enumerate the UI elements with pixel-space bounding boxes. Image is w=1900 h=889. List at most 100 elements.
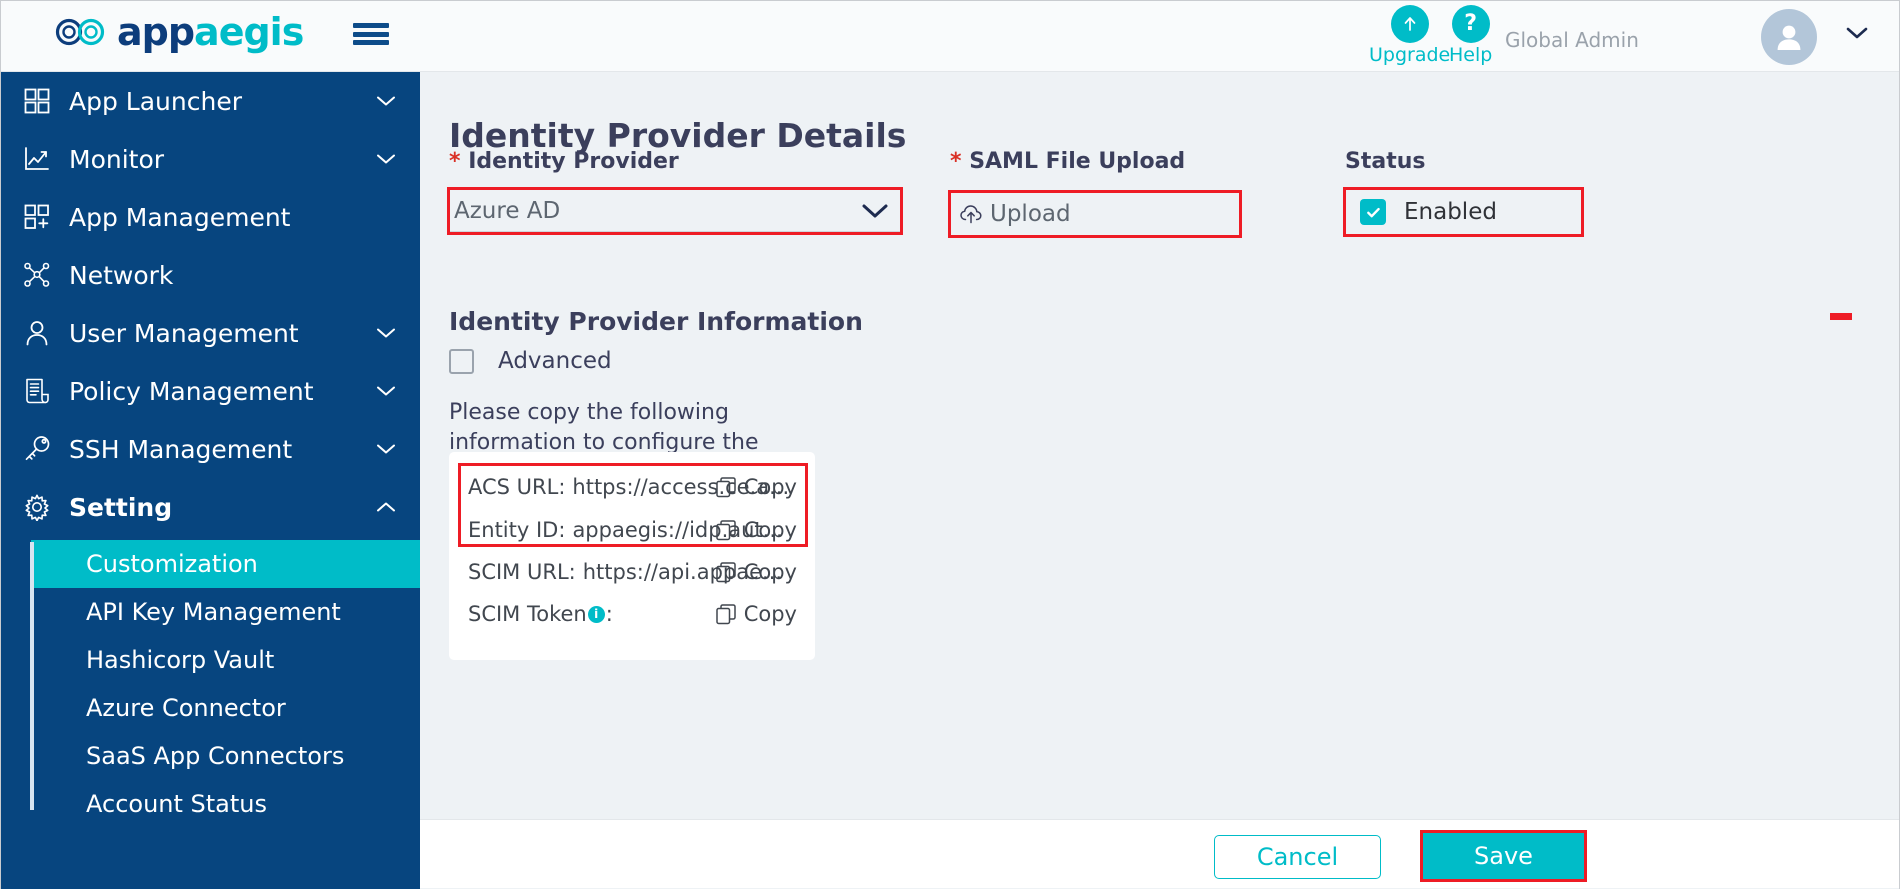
- user-icon: [15, 311, 59, 355]
- copy-label: Copy: [743, 518, 797, 542]
- info-row-scim-token: SCIM Token i: Copy: [449, 593, 815, 635]
- sidebar-item-policy-management[interactable]: Policy Management: [1, 362, 420, 420]
- document-icon: [15, 369, 59, 413]
- question-mark-icon: ?: [1451, 5, 1490, 43]
- chevron-down-icon[interactable]: [376, 327, 396, 339]
- sidebar-item-label: Network: [69, 260, 174, 290]
- enabled-label: Enabled: [1404, 199, 1497, 225]
- sidebar-item-api-key-management[interactable]: API Key Management: [31, 588, 420, 636]
- sidebar-item-app-launcher[interactable]: App Launcher: [1, 72, 420, 130]
- copy-button-acs-url[interactable]: Copy: [715, 475, 797, 499]
- sidebar-item-user-management[interactable]: User Management: [1, 304, 420, 362]
- sidebar-item-saas-app-connectors[interactable]: SaaS App Connectors: [31, 732, 420, 780]
- info-key: Entity ID:: [468, 518, 566, 542]
- network-nodes-icon: [15, 253, 59, 297]
- hamburger-bar: [353, 31, 389, 37]
- identity-provider-label: * Identity Provider: [449, 149, 679, 174]
- advanced-checkbox-row[interactable]: Advanced: [449, 348, 612, 374]
- idp-information-card: ACS URL: https://access.ce.a... Copy Ent…: [449, 452, 815, 660]
- chevron-down-icon[interactable]: [1846, 26, 1868, 40]
- grid-icon: [15, 79, 59, 123]
- status-label: Status: [1345, 149, 1425, 174]
- sidebar-item-ssh-management[interactable]: SSH Management: [1, 420, 420, 478]
- upgrade-button[interactable]: Upgrade: [1369, 5, 1450, 66]
- upload-label: Upload: [990, 201, 1071, 227]
- upgrade-label: Upgrade: [1369, 44, 1451, 66]
- enabled-checkbox[interactable]: [1360, 199, 1386, 225]
- copy-icon: [715, 519, 736, 540]
- info-row-acs-url: ACS URL: https://access.ce.a... Copy: [449, 466, 815, 508]
- sidebar-item-hashicorp-vault[interactable]: Hashicorp Vault: [31, 636, 420, 684]
- saml-file-upload-label: * SAML File Upload: [950, 149, 1185, 174]
- hamburger-bar: [353, 23, 389, 28]
- info-row-scim-url: SCIM URL: https://api.appae... Copy: [449, 551, 815, 593]
- label-text: Status: [1345, 149, 1426, 174]
- cancel-button[interactable]: Cancel: [1214, 835, 1381, 879]
- hamburger-bar: [353, 40, 389, 45]
- submenu-rail: [30, 542, 34, 810]
- chevron-down-icon[interactable]: [860, 202, 890, 220]
- copy-button-scim-token[interactable]: Copy: [715, 602, 797, 626]
- checkmark-icon: [1366, 207, 1380, 217]
- sidebar-item-label: Setting: [69, 492, 173, 522]
- sidebar-item-customization[interactable]: Customization: [31, 540, 420, 588]
- copy-icon: [715, 561, 736, 582]
- chevron-up-icon[interactable]: [376, 501, 396, 513]
- sidebar-item-account-status[interactable]: Account Status: [31, 780, 420, 828]
- user-role-label: Global Admin: [1505, 28, 1639, 52]
- sidebar-submenu-setting: Customization API Key Management Hashico…: [1, 540, 420, 828]
- sidebar-navigation: App Launcher Monitor App Management Netw…: [1, 72, 420, 889]
- chart-line-icon: [15, 137, 59, 181]
- content-scroll-region: Identity Provider Details * Identity Pro…: [420, 72, 1878, 819]
- copy-button-scim-url[interactable]: Copy: [715, 560, 797, 584]
- info-row-entity-id: Entity ID: appaegis://idp.aut... Copy: [449, 509, 815, 551]
- logo-text-aegis: aegis: [194, 10, 304, 54]
- sidebar-item-monitor[interactable]: Monitor: [1, 130, 420, 188]
- appaegis-logo[interactable]: appaegis: [53, 10, 304, 54]
- sidebar-item-app-management[interactable]: App Management: [1, 188, 420, 246]
- infinity-logo-icon: [55, 18, 105, 46]
- cloud-upload-icon: [960, 205, 982, 224]
- advanced-checkbox[interactable]: [449, 348, 474, 374]
- label-text: Identity Provider: [468, 149, 679, 174]
- chevron-down-icon[interactable]: [376, 95, 396, 107]
- identity-provider-select[interactable]: Azure AD: [447, 187, 903, 235]
- annotation-dash: [1830, 313, 1852, 320]
- chevron-down-icon[interactable]: [376, 153, 396, 165]
- copy-button-entity-id[interactable]: Copy: [715, 518, 797, 542]
- sidebar-item-label: SSH Management: [69, 434, 293, 464]
- hamburger-menu-icon[interactable]: [353, 19, 389, 49]
- sidebar-item-label: Monitor: [69, 144, 165, 174]
- info-icon[interactable]: i: [587, 605, 605, 623]
- sidebar-item-network[interactable]: Network: [1, 246, 420, 304]
- grid-plus-icon: [15, 195, 59, 239]
- help-label: Help: [1449, 44, 1493, 66]
- copy-label: Copy: [743, 560, 797, 584]
- sidebar-item-label: Policy Management: [69, 376, 314, 406]
- required-marker: *: [449, 149, 461, 174]
- logo-text-app: app: [117, 10, 195, 54]
- sidebar-item-azure-connector[interactable]: Azure Connector: [31, 684, 420, 732]
- chevron-down-icon[interactable]: [376, 385, 396, 397]
- identity-provider-value: Azure AD: [454, 197, 561, 224]
- copy-label: Copy: [743, 602, 797, 626]
- copy-icon: [715, 476, 736, 497]
- info-key-suffix: :: [605, 602, 613, 626]
- status-checkbox-group[interactable]: Enabled: [1343, 187, 1584, 237]
- sidebar-item-label: App Launcher: [69, 86, 242, 116]
- avatar[interactable]: [1761, 9, 1817, 65]
- sidebar-item-label: User Management: [69, 318, 299, 348]
- info-key: ACS URL:: [468, 475, 566, 499]
- user-avatar-icon: [1777, 25, 1801, 50]
- save-button[interactable]: Save: [1423, 833, 1584, 879]
- select-inner: Azure AD: [450, 190, 900, 232]
- advanced-label: Advanced: [498, 348, 612, 374]
- arrow-up-icon: [1390, 5, 1429, 43]
- logo-text: appaegis: [117, 10, 304, 54]
- sidebar-item-setting[interactable]: Setting: [1, 478, 420, 536]
- label-text: SAML File Upload: [969, 149, 1186, 174]
- saml-upload-button[interactable]: Upload: [948, 190, 1242, 238]
- help-button[interactable]: ? Help: [1449, 5, 1492, 66]
- chevron-down-icon[interactable]: [376, 443, 396, 455]
- idp-information-title: Identity Provider Information: [449, 307, 863, 336]
